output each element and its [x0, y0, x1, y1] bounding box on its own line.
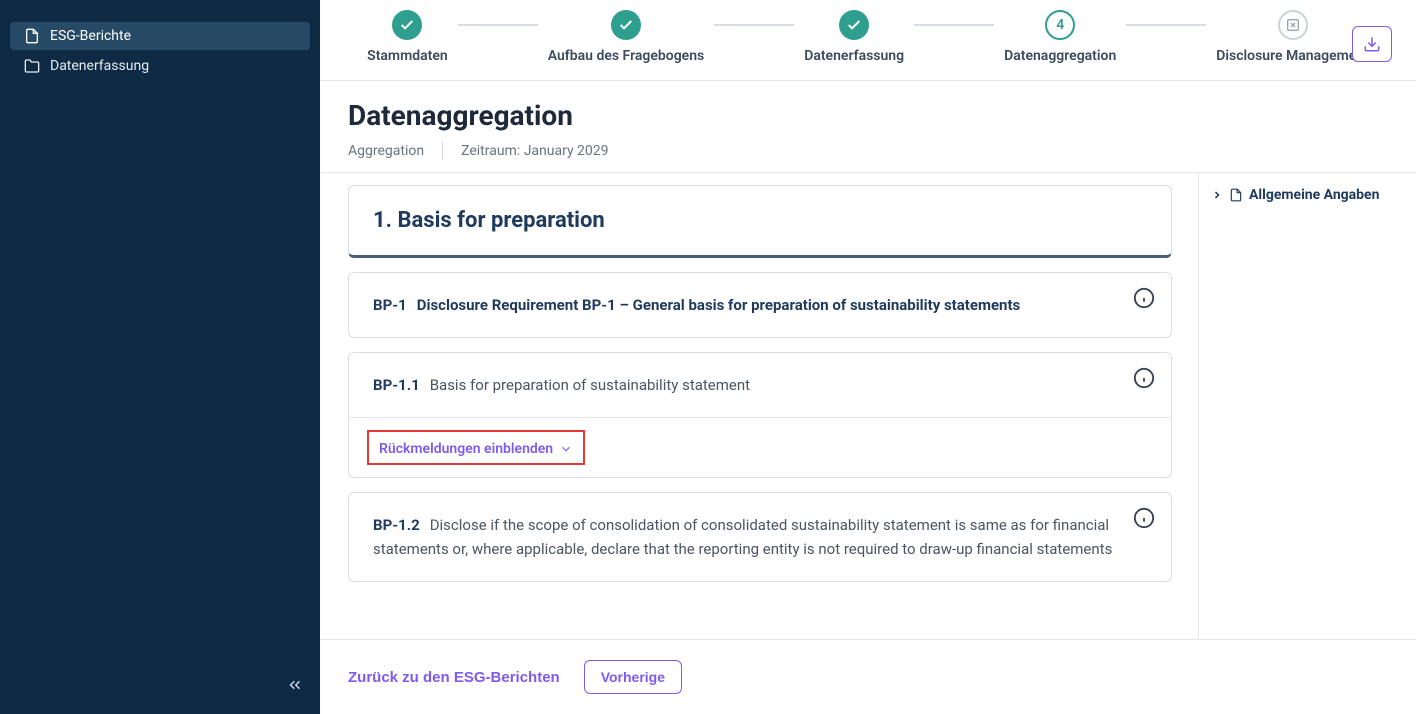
title-block: Datenaggregation Aggregation Zeitraum: J…	[320, 81, 1416, 173]
sidebar-item-datenerfassung[interactable]: Datenerfassung	[10, 52, 310, 80]
requirement-code: BP-1.2	[373, 516, 420, 534]
stepper-row: Stammdaten Aufbau des Fragebogens Datene…	[320, 0, 1416, 81]
requirement-line: BP-1 Disclosure Requirement BP-1 – Gener…	[373, 293, 1115, 317]
section-header-card: 1. Basis for preparation	[348, 185, 1172, 258]
feedback-toggle-label: Rückmeldungen einblenden	[379, 441, 553, 457]
requirement-line: BP-1.1 Basis for preparation of sustaina…	[373, 373, 1115, 397]
back-to-reports-link[interactable]: Zurück zu den ESG-Berichten	[348, 669, 560, 686]
step-circle-done	[392, 10, 422, 40]
content-scroll[interactable]: 1. Basis for preparation BP-1 Disclosure…	[348, 185, 1190, 627]
check-icon	[399, 17, 415, 33]
step-label: Datenaggregation	[1004, 48, 1116, 64]
requirement-code: BP-1.1	[373, 376, 420, 394]
step-connector	[914, 24, 994, 26]
chevron-down-icon	[559, 442, 573, 456]
requirement-card-bp-1-1[interactable]: BP-1.1 Basis for preparation of sustaina…	[348, 352, 1172, 478]
step-stammdaten[interactable]: Stammdaten	[367, 10, 448, 64]
step-label: Datenerfassung	[804, 48, 904, 64]
sidebar: ESG-Berichte Datenerfassung	[0, 0, 320, 714]
info-icon	[1133, 287, 1155, 309]
requirement-card-bp-1-2[interactable]: BP-1.2 Disclose if the scope of consolid…	[348, 492, 1172, 582]
feedback-bar: Rückmeldungen einblenden	[349, 417, 1171, 477]
info-button[interactable]	[1133, 367, 1155, 389]
content-wrap: 1. Basis for preparation BP-1 Disclosure…	[320, 173, 1198, 639]
meta-aggregation: Aggregation	[348, 143, 424, 159]
step-datenaggregation[interactable]: 4 Datenaggregation	[1004, 10, 1116, 64]
folder-icon	[24, 58, 40, 74]
step-label: Stammdaten	[367, 48, 448, 64]
feedback-highlight-box: Rückmeldungen einblenden	[367, 430, 585, 465]
collapse-sidebar-button[interactable]	[286, 676, 304, 694]
chevron-right-icon	[1211, 189, 1223, 201]
requirement-text: Disclosure Requirement BP-1 – General ba…	[417, 296, 1021, 314]
meta-separator	[442, 142, 443, 160]
document-icon	[1229, 188, 1243, 202]
meta-period-value: January 2029	[524, 143, 609, 159]
download-button[interactable]	[1352, 26, 1392, 62]
download-icon	[1363, 35, 1381, 53]
check-icon	[846, 17, 862, 33]
sidebar-item-esg-berichte[interactable]: ESG-Berichte	[10, 22, 310, 50]
sidebar-item-label: ESG-Berichte	[50, 28, 131, 44]
requirement-code: BP-1	[373, 296, 407, 314]
step-circle-done	[611, 10, 641, 40]
requirement-card-bp-1[interactable]: BP-1 Disclosure Requirement BP-1 – Gener…	[348, 272, 1172, 338]
stepper: Stammdaten Aufbau des Fragebogens Datene…	[367, 10, 1369, 64]
sidebar-item-label: Datenerfassung	[50, 58, 149, 74]
nav-item-allgemeine-angaben[interactable]: Allgemeine Angaben	[1211, 187, 1404, 203]
requirement-line: BP-1.2 Disclose if the scope of consolid…	[373, 513, 1115, 561]
main: Stammdaten Aufbau des Fragebogens Datene…	[320, 0, 1416, 714]
step-datenerfassung[interactable]: Datenerfassung	[804, 10, 904, 64]
step-connector	[714, 24, 794, 26]
nav-item-label: Allgemeine Angaben	[1249, 187, 1379, 203]
right-nav: Allgemeine Angaben	[1198, 173, 1416, 639]
meta-period: Zeitraum: January 2029	[461, 143, 608, 159]
page-title: Datenaggregation	[348, 99, 1388, 132]
check-icon	[618, 17, 634, 33]
step-circle-done	[839, 10, 869, 40]
chevrons-left-icon	[286, 676, 304, 694]
info-icon	[1133, 367, 1155, 389]
section-heading: 1. Basis for preparation	[373, 208, 1147, 233]
info-button[interactable]	[1133, 287, 1155, 309]
info-icon	[1133, 507, 1155, 529]
cancel-box-icon	[1285, 17, 1301, 33]
body: 1. Basis for preparation BP-1 Disclosure…	[320, 173, 1416, 639]
step-label: Disclosure Management	[1216, 48, 1369, 64]
step-label: Aufbau des Fragebogens	[548, 48, 705, 64]
feedback-toggle-button[interactable]: Rückmeldungen einblenden	[379, 441, 573, 457]
requirement-text: Basis for preparation of sustainability …	[430, 376, 750, 394]
step-circle-current: 4	[1045, 10, 1075, 40]
step-circle-future	[1278, 10, 1308, 40]
step-disclosure-management[interactable]: Disclosure Management	[1216, 10, 1369, 64]
document-icon	[24, 28, 40, 44]
step-connector	[458, 24, 538, 26]
meta-period-label: Zeitraum:	[461, 143, 520, 159]
previous-button[interactable]: Vorherige	[584, 660, 682, 694]
meta-row: Aggregation Zeitraum: January 2029	[348, 142, 1388, 160]
step-aufbau[interactable]: Aufbau des Fragebogens	[548, 10, 705, 64]
requirement-text: Disclose if the scope of consolidation o…	[373, 516, 1112, 558]
info-button[interactable]	[1133, 507, 1155, 529]
step-connector	[1126, 24, 1206, 26]
footer: Zurück zu den ESG-Berichten Vorherige	[320, 639, 1416, 714]
